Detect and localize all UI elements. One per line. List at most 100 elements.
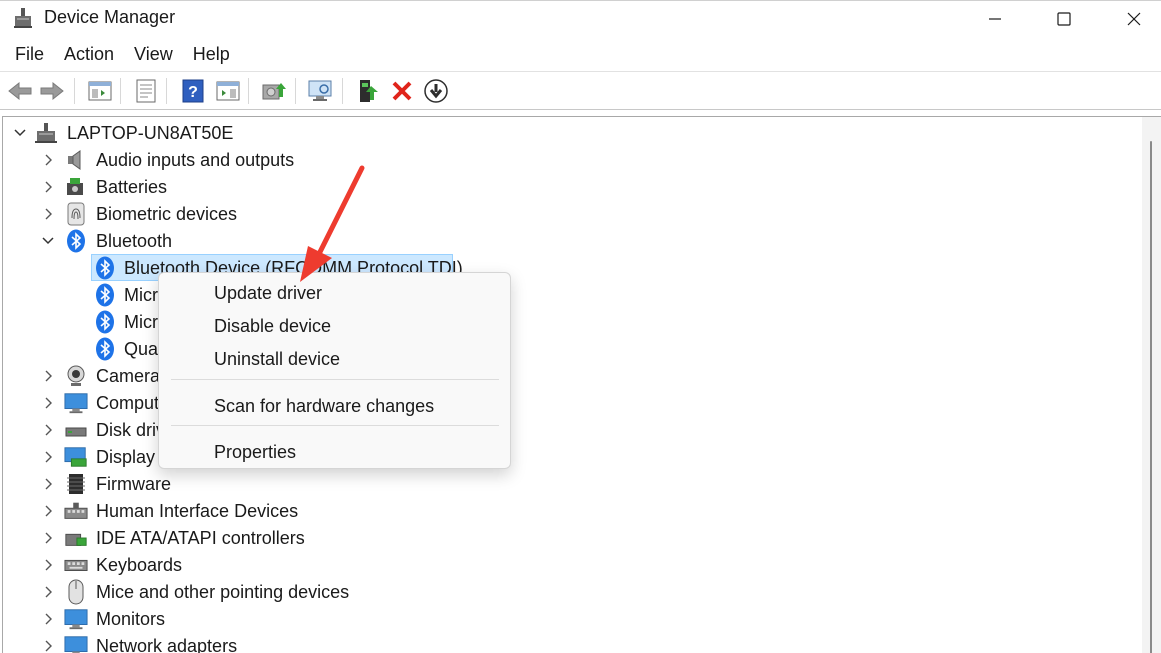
maximize-icon xyxy=(1057,12,1071,26)
chevron-right-icon[interactable] xyxy=(40,206,56,222)
enable-device-icon xyxy=(360,80,378,102)
help-button[interactable]: ? xyxy=(179,77,207,105)
category-audio[interactable]: Audio inputs and outputs xyxy=(96,150,294,171)
bluetooth-icon xyxy=(93,283,117,307)
network-adapter-icon xyxy=(64,634,88,653)
category-batteries[interactable]: Batteries xyxy=(96,177,167,198)
disk-drive-icon xyxy=(64,418,88,442)
bluetooth-icon xyxy=(93,310,117,334)
disable-device-button[interactable] xyxy=(422,77,450,105)
show-hide-tree-icon xyxy=(88,81,112,101)
firmware-icon xyxy=(64,472,88,496)
ctx-disable-device[interactable]: Disable device xyxy=(214,316,331,337)
ide-controller-icon xyxy=(64,526,88,550)
chevron-right-icon[interactable] xyxy=(40,422,56,438)
category-keyboards[interactable]: Keyboards xyxy=(96,555,182,576)
chevron-right-icon[interactable] xyxy=(40,530,56,546)
maximize-button[interactable] xyxy=(1041,1,1087,37)
bluetooth-icon xyxy=(93,256,117,280)
chevron-right-icon[interactable] xyxy=(40,557,56,573)
fingerprint-icon xyxy=(64,202,88,226)
chevron-right-icon[interactable] xyxy=(40,584,56,600)
category-network[interactable]: Network adapters xyxy=(96,636,237,653)
category-monitors[interactable]: Monitors xyxy=(96,609,165,630)
back-button[interactable] xyxy=(6,77,34,105)
category-display[interactable]: Display xyxy=(96,447,155,468)
chevron-right-icon[interactable] xyxy=(40,179,56,195)
title-bar: Device Manager xyxy=(0,0,1161,36)
chevron-right-icon[interactable] xyxy=(40,476,56,492)
bluetooth-icon xyxy=(64,229,88,253)
uninstall-button[interactable] xyxy=(388,77,416,105)
minimize-icon xyxy=(989,18,1001,20)
toolbar: ? xyxy=(0,72,1161,110)
chevron-right-icon[interactable] xyxy=(40,395,56,411)
device-bluetooth-child[interactable]: Micr xyxy=(124,312,158,333)
chevron-right-icon[interactable] xyxy=(40,611,56,627)
scrollbar-thumb[interactable] xyxy=(1150,141,1152,653)
ctx-scan-hardware[interactable]: Scan for hardware changes xyxy=(214,396,434,417)
chevron-down-icon[interactable] xyxy=(12,125,28,141)
chevron-right-icon[interactable] xyxy=(40,503,56,519)
hid-icon xyxy=(64,499,88,523)
enable-device-button[interactable] xyxy=(355,77,383,105)
chevron-down-icon[interactable] xyxy=(40,233,56,249)
bluetooth-icon xyxy=(93,337,117,361)
device-manager-icon xyxy=(13,7,33,28)
toolbar-separator xyxy=(342,78,343,104)
chevron-right-icon[interactable] xyxy=(40,368,56,384)
ctx-properties[interactable]: Properties xyxy=(214,442,296,463)
close-icon xyxy=(1127,12,1141,26)
forward-button[interactable] xyxy=(38,77,66,105)
window-title: Device Manager xyxy=(44,7,176,27)
vertical-scrollbar[interactable] xyxy=(1142,116,1161,653)
action-pane-icon xyxy=(216,81,240,101)
context-menu: Update driver Disable device Uninstall d… xyxy=(158,272,511,469)
properties-icon xyxy=(136,79,156,103)
keyboard-icon xyxy=(64,553,88,577)
mouse-icon xyxy=(64,579,88,605)
svg-text:?: ? xyxy=(188,84,198,101)
help-icon: ? xyxy=(182,79,204,103)
menu-file[interactable]: File xyxy=(5,40,54,69)
forward-arrow-icon xyxy=(40,81,64,101)
category-mice[interactable]: Mice and other pointing devices xyxy=(96,582,349,603)
scan-hardware-icon xyxy=(308,80,332,101)
battery-icon xyxy=(64,175,88,199)
action-pane-button[interactable] xyxy=(214,77,242,105)
update-driver-button[interactable] xyxy=(260,77,288,105)
category-biometric[interactable]: Biometric devices xyxy=(96,204,237,225)
disable-device-icon xyxy=(424,79,448,103)
menu-action[interactable]: Action xyxy=(54,40,124,69)
menu-view[interactable]: View xyxy=(124,40,183,69)
minimize-button[interactable] xyxy=(972,1,1018,37)
computer-icon xyxy=(34,121,58,145)
menu-help[interactable]: Help xyxy=(183,40,240,69)
uninstall-icon xyxy=(392,81,412,101)
toolbar-separator xyxy=(120,78,121,104)
show-hide-tree-button[interactable] xyxy=(86,77,114,105)
category-hid[interactable]: Human Interface Devices xyxy=(96,501,298,522)
ctx-update-driver[interactable]: Update driver xyxy=(214,283,322,304)
scan-hardware-button[interactable] xyxy=(307,77,335,105)
device-bluetooth-child[interactable]: Micr xyxy=(124,285,158,306)
category-disk-drives[interactable]: Disk driv xyxy=(96,420,165,441)
display-adapter-icon xyxy=(64,445,88,469)
device-bluetooth-child[interactable]: Qua xyxy=(124,339,158,360)
back-arrow-icon xyxy=(8,81,32,101)
properties-button[interactable] xyxy=(132,77,160,105)
tree-root-label[interactable]: LAPTOP-UN8AT50E xyxy=(67,123,233,144)
category-firmware[interactable]: Firmware xyxy=(96,474,171,495)
category-ide[interactable]: IDE ATA/ATAPI controllers xyxy=(96,528,305,549)
ctx-uninstall-device[interactable]: Uninstall device xyxy=(214,349,340,370)
close-button[interactable] xyxy=(1111,1,1157,37)
toolbar-separator xyxy=(74,78,75,104)
chevron-right-icon[interactable] xyxy=(40,449,56,465)
menu-bar: File Action View Help xyxy=(0,38,1161,72)
monitor-icon xyxy=(64,607,88,631)
update-driver-icon xyxy=(262,83,286,100)
chevron-right-icon[interactable] xyxy=(40,638,56,653)
category-bluetooth[interactable]: Bluetooth xyxy=(96,231,172,252)
chevron-right-icon[interactable] xyxy=(40,152,56,168)
category-computer[interactable]: Comput xyxy=(96,393,159,414)
